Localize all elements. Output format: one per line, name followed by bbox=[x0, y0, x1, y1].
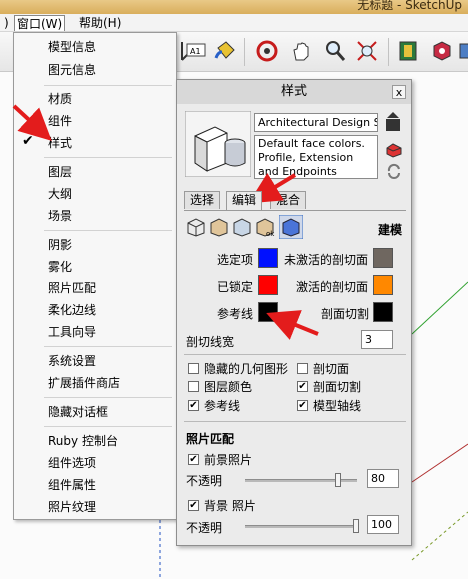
annotation-arrows bbox=[12, 104, 319, 340]
tab-edit[interactable]: 编辑 bbox=[226, 191, 263, 210]
